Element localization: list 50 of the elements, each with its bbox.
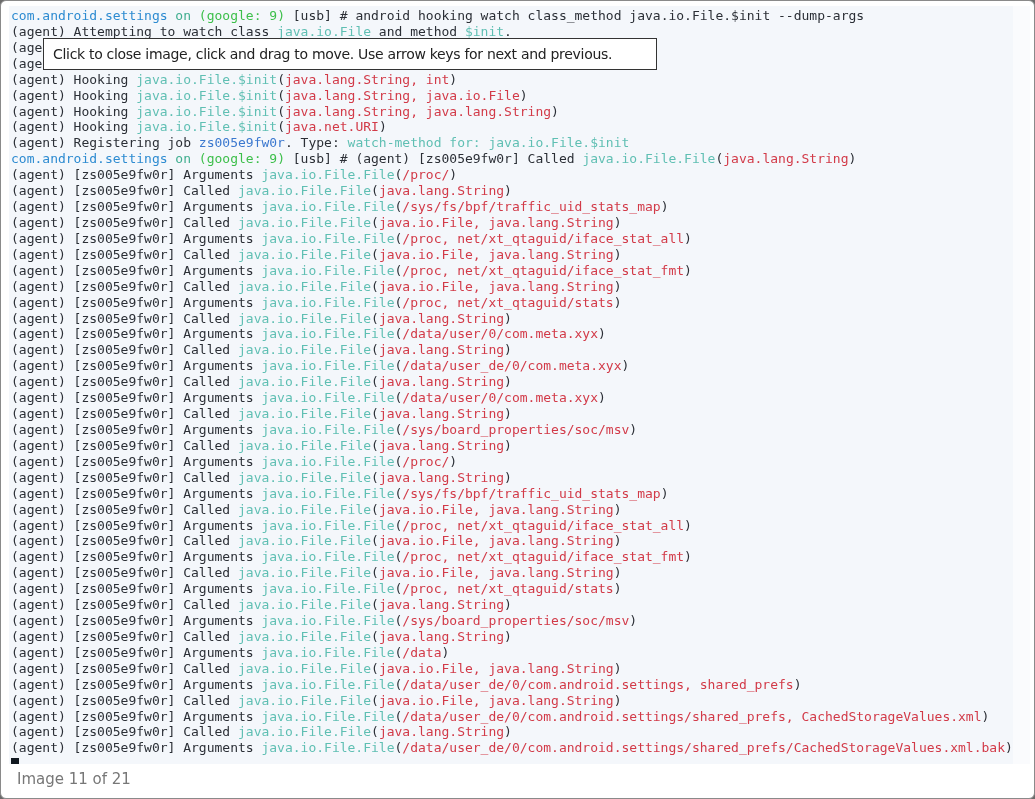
log-line: (agent) [zs005e9fw0r] Called java.io.File.File(java.lang.String) [11, 406, 512, 422]
log-line: (agent) [zs005e9fw0r] Called java.io.File.File(java.lang.String) [11, 374, 512, 391]
log-line: (agent) [zs005e9fw0r] Arguments java.io.File.File(/data/user/0/com.meta.xyx) [11, 390, 606, 407]
log-line: (agent) [zs005e9fw0r] Arguments java.io.File.File(/sys/fs/bpf/traffic_uid_stats_map) [11, 199, 669, 215]
log-line: (agent) Registering job zs005e9fw0r. Type: watch-method for: java.io.File.$init [11, 135, 630, 152]
log-line: (agent) [zs005e9fw0r] Arguments java.io.File.File(/proc/) [11, 453, 458, 470]
log-line: (agent) [zs005e9fw0r] Called java.io.File.File(java.io.File, java.lang.String) [11, 215, 622, 231]
log-line: (agent) [zs005e9fw0r] Called java.io.File.File(java.lang.String) [11, 183, 512, 200]
log-line: (agent) [zs005e9fw0r] Arguments java.io.File.File(/proc, net/xt_qtaguid/iface_stat_fmt) [11, 549, 692, 566]
log-line: (agent) [zs005e9fw0r] Called java.io.File.File(java.io.File, java.lang.String) [11, 565, 622, 582]
log-line: (agent) [zs005e9fw0r] Called java.io.File.File(java.io.File, java.lang.String) [11, 501, 622, 518]
log-line: (agent) [zs005e9fw0r] Called java.io.File.File(java.io.File, java.lang.String) [11, 246, 622, 263]
log-line: (agent) Hooking java.io.File.$init(java.lang.String, java.io.File) [11, 87, 528, 104]
log-line: (agent) [zs005e9fw0r] Called java.io.File.File(java.lang.String) [11, 310, 512, 327]
log-line: (agent) [zs005e9fw0r] Called java.io.File.File(java.io.File, java.lang.String) [11, 533, 622, 550]
cursor-icon [11, 758, 19, 764]
log-line: com.android.settings on (google: 9) [usb] # android hooking watch class_method java.io.File.$init --dump-args [11, 8, 865, 24]
log-line: (agent) Hooking java.io.File.$init(java.net.URI) [11, 119, 387, 136]
log-line: (agent) [zs005e9fw0r] Called java.io.File.File(java.lang.String) [11, 469, 512, 486]
log-line: (agent) [zs005e9fw0r] Called java.io.File.File(java.io.File, java.lang.String) [11, 692, 622, 709]
log-line: (agent) [zs005e9fw0r] Arguments java.io.File.File(/proc, net/xt_qtaguid/iface_stat_all) [11, 230, 692, 247]
log-line: (agent) [zs005e9fw0r] Called java.io.File.File(java.lang.String) [11, 342, 512, 359]
log-line: (agent) [zs005e9fw0r] Arguments java.io.File.File(/sys/board_properties/soc/msv) [11, 421, 638, 438]
log-line: (agent) [zs005e9fw0r] Arguments java.io.File.File(/data/user_de/0/com.android.settings, shared_prefs) [11, 676, 802, 693]
log-line: (age [11, 39, 43, 56]
tooltip: Click to close image, click and drag to move. Use arrow keys for next and previous. [43, 38, 657, 70]
log-line: (agent) [zs005e9fw0r] Arguments java.io.File.File(/proc, net/xt_qtaguid/iface_stat_all) [11, 517, 692, 534]
log-line: com.android.settings on (google: 9) [usb] # (agent) [zs005e9fw0r] Called java.io.File.File(java.lang.String) [11, 151, 857, 168]
log-line: (agent) [zs005e9fw0r] Arguments java.io.File.File(/data/user_de/0/com.meta.xyx) [11, 358, 630, 375]
log-line: (agent) [zs005e9fw0r] Called java.io.File.File(java.io.File, java.lang.String) [11, 278, 622, 295]
log-line: (agent) [zs005e9fw0r] Arguments java.io.File.File(/data) [11, 644, 450, 661]
log-line: (age [11, 55, 43, 72]
log-line: (agent) [zs005e9fw0r] Called java.io.File.File(java.lang.String) [11, 597, 512, 614]
log-line: (agent) [zs005e9fw0r] Arguments java.io.File.File(/sys/fs/bpf/traffic_uid_stats_map) [11, 485, 669, 502]
log-line: (agent) [zs005e9fw0r] Arguments java.io.File.File(/proc, net/xt_qtaguid/stats) [11, 294, 622, 311]
log-line: (agent) Attempting to watch class java.io.File and method $init. [11, 23, 512, 40]
log-line: (agent) [zs005e9fw0r] Called java.io.File.File(java.io.File, java.lang.String) [11, 660, 622, 677]
log-line: (agent) [zs005e9fw0r] Arguments java.io.File.File(/sys/board_properties/soc/msv) [11, 613, 638, 629]
log-line: (agent) [zs005e9fw0r] Arguments java.io.File.File(/data/user/0/com.meta.xyx) [11, 326, 606, 343]
log-line: (agent) [zs005e9fw0r] Arguments java.io.File.File(/data/user_de/0/com.android.settings/shared_prefs, CachedStorageValues.xml) [11, 708, 990, 725]
log-line: (agent) [zs005e9fw0r] Arguments java.io.File.File(/proc/) [11, 167, 458, 184]
log-line: (agent) [zs005e9fw0r] Called java.io.File.File(java.lang.String) [11, 628, 512, 645]
log-line: (agent) [zs005e9fw0r] Called java.io.File.File(java.lang.String) [11, 437, 512, 454]
log-line: (agent) Hooking java.io.File.$init(java.lang.String, java.lang.String) [11, 103, 559, 120]
log-line: (agent) [zs005e9fw0r] Arguments java.io.File.File(/proc, net/xt_qtaguid/stats) [11, 581, 622, 598]
log-line: (agent) Hooking java.io.File.$init(java.lang.String, int) [11, 71, 458, 88]
log-line: (agent) [zs005e9fw0r] Arguments java.io.File.File(/proc, net/xt_qtaguid/iface_stat_fmt) [11, 262, 692, 279]
image-counter: Image 11 of 21 [16, 769, 132, 788]
log-line: (agent) [zs005e9fw0r] Arguments java.io.File.File(/data/user_de/0/com.android.settings/shared_prefs/CachedStorageValues.xml.bak) [11, 740, 1013, 757]
log-line: (agent) [zs005e9fw0r] Called java.io.File.File(java.lang.String) [11, 724, 512, 741]
